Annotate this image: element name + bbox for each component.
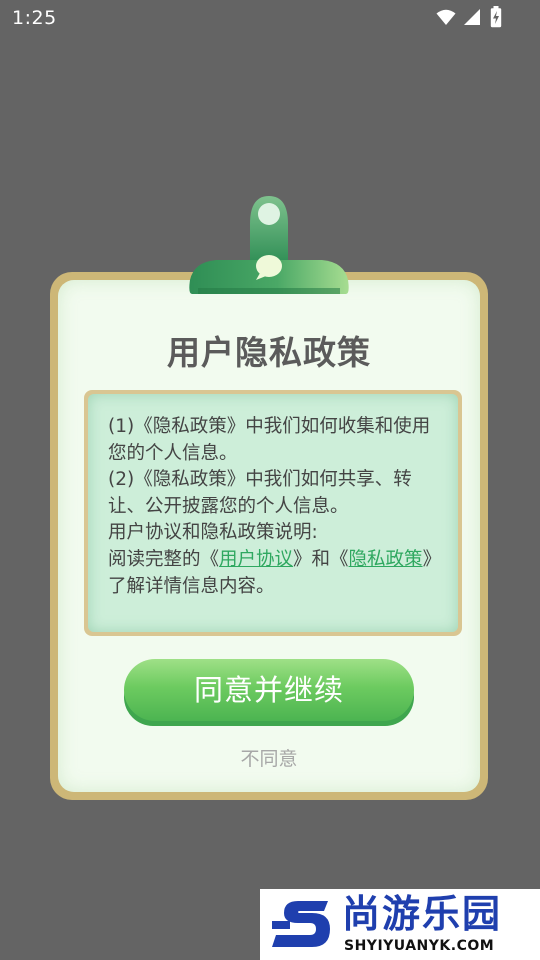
watermark-name: 尚游乐园 <box>342 892 503 936</box>
watermark-url: SHYIYUANYK.COM <box>344 938 495 954</box>
policy-paragraph-2: (2)《隐私政策》中我们如何共享、转让、公开披露您的个人信息。 <box>108 469 412 517</box>
policy-paragraph-1: (1)《隐私政策》中我们如何收集和使用您的个人信息。 <box>108 416 431 464</box>
privacy-policy-link[interactable]: 隐私政策 <box>349 549 423 570</box>
policy-text: (1)《隐私政策》中我们如何收集和使用您的个人信息。 (2)《隐私政策》中我们如… <box>108 414 443 600</box>
policy-paragraph-4: 阅读完整的《用户协议》和《隐私政策》了解详情信息内容。 <box>108 547 443 600</box>
status-time: 1:25 <box>12 7 57 29</box>
policy-paragraph-3: 用户协议和隐私政策说明: <box>108 522 318 544</box>
clipboard-clip-icon <box>189 196 349 294</box>
policy-text-segment: 阅读完整的《 <box>108 548 220 570</box>
user-agreement-link[interactable]: 用户协议 <box>219 549 293 570</box>
battery-charging-icon <box>490 6 502 28</box>
policy-text-segment: 》和《 <box>293 548 349 570</box>
wifi-icon <box>436 9 456 25</box>
status-bar: 1:25 <box>0 0 540 36</box>
watermark-logo-icon <box>272 901 330 947</box>
site-watermark: 尚游乐园 SHYIYUANYK.COM <box>260 889 540 960</box>
signal-icon <box>464 9 480 25</box>
decline-button[interactable]: 不同意 <box>58 744 480 771</box>
dialog-title: 用户隐私政策 <box>167 333 371 372</box>
agree-and-continue-button[interactable]: 同意并继续 <box>124 659 414 721</box>
